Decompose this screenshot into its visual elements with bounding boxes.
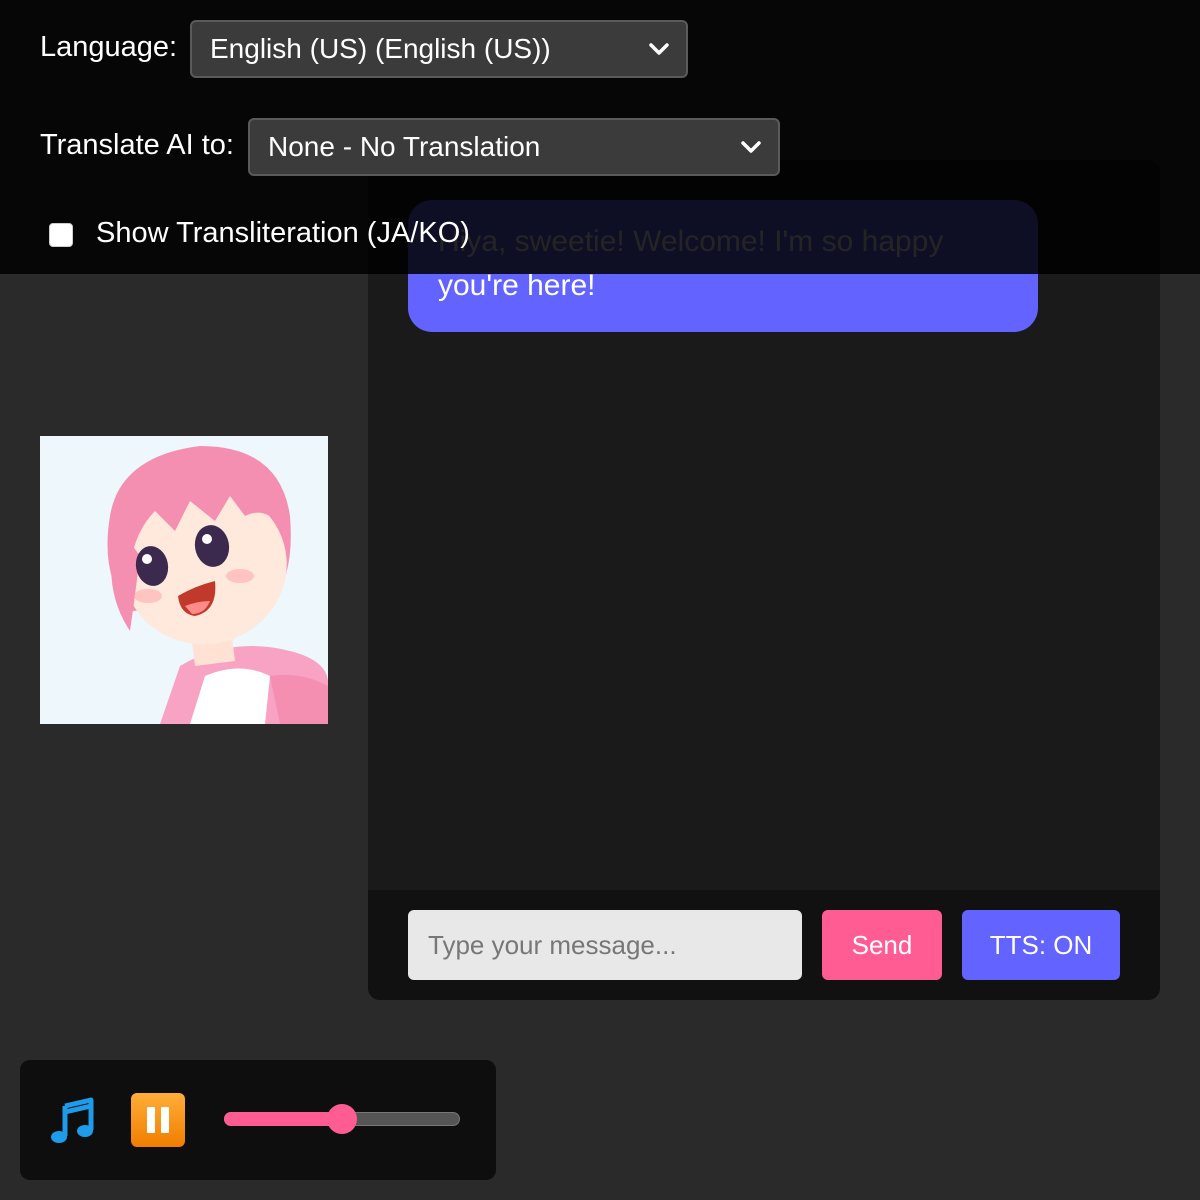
chat-panel: Hiya, sweetie! Welcome! I'm so happy you…: [368, 160, 1160, 1000]
volume-slider[interactable]: [224, 1104, 460, 1134]
chevron-down-icon: [741, 141, 761, 153]
transliteration-checkbox[interactable]: [49, 223, 73, 247]
anime-character-portrait-icon: [40, 436, 328, 724]
message-input[interactable]: [408, 910, 802, 980]
volume-slider-thumb[interactable]: [327, 1104, 357, 1134]
send-button[interactable]: Send: [822, 910, 942, 980]
transliteration-label: Show Transliteration (JA/KO): [96, 217, 470, 249]
tts-toggle-button[interactable]: TTS: ON: [962, 910, 1120, 980]
settings-panel: Language: English (US) (English (US)) Tr…: [0, 0, 1200, 274]
language-select[interactable]: English (US) (English (US)): [190, 20, 688, 78]
musical-notes-icon[interactable]: [48, 1096, 98, 1146]
language-label: Language:: [40, 31, 178, 63]
chat-input-bar: Send TTS: ON: [368, 890, 1160, 1000]
pause-icon: [147, 1107, 155, 1133]
translate-select[interactable]: None - No Translation: [248, 118, 780, 176]
volume-slider-fill: [224, 1112, 342, 1126]
chevron-down-icon: [649, 43, 669, 55]
character-avatar: [40, 436, 328, 724]
translate-select-value: None - No Translation: [268, 131, 541, 162]
music-player: [20, 1060, 496, 1180]
page: Hiya, sweetie! Welcome! I'm so happy you…: [0, 0, 1200, 1200]
translate-label: Translate AI to:: [40, 129, 234, 161]
pause-button[interactable]: [131, 1093, 185, 1147]
language-select-value: English (US) (English (US)): [210, 33, 551, 64]
pause-icon-bar: [161, 1107, 169, 1133]
